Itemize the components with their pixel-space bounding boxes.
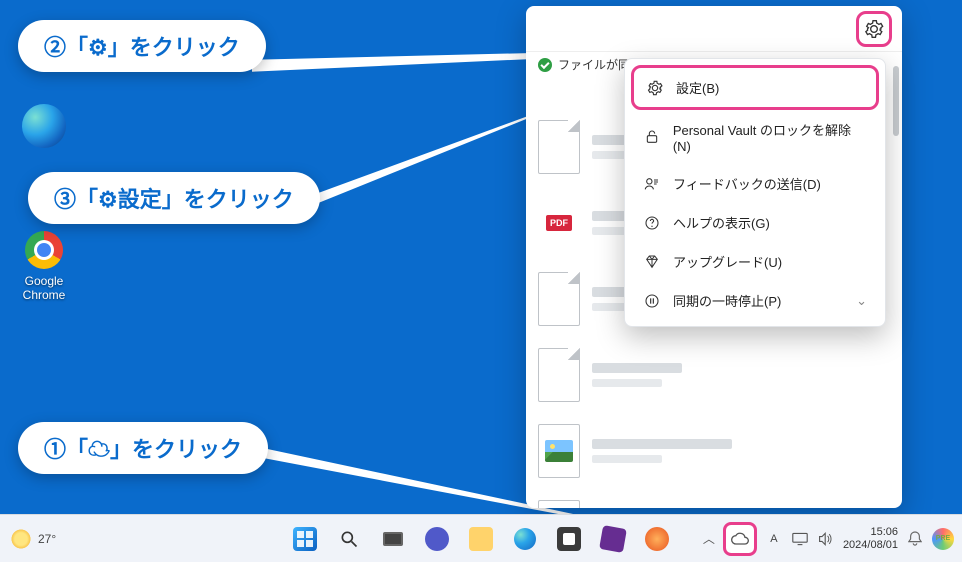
taskbar-store[interactable] [552,522,586,556]
tray-notifications[interactable] [906,530,924,548]
start-button[interactable] [288,522,322,556]
file-date-placeholder [592,379,662,387]
lock-icon [643,128,661,146]
taskbar-right: ︿ A 15:06 2024/08/01 PRE [703,522,954,556]
image-icon [538,424,580,478]
menu-item-pause[interactable]: 同期の一時停止(P) ⌄ [631,281,879,320]
file-row[interactable] [538,424,890,478]
scrollbar-thumb[interactable] [893,66,899,136]
annotation-step3: ③「⚙設定」をクリック [28,172,320,224]
tray-network[interactable] [791,530,809,548]
file-name-placeholder [592,363,682,373]
menu-item-label: 同期の一時停止(P) [673,291,781,310]
visualstudio-icon [599,525,627,553]
help-icon [643,214,661,232]
gear-icon [646,79,664,97]
taskbar-clock[interactable]: 15:06 2024/08/01 [843,526,898,551]
desktop-icon-label: Google Chrome [8,274,80,302]
file-name-placeholder [592,439,732,449]
search-icon [339,529,359,549]
taskbar-visualstudio[interactable] [596,522,630,556]
chevron-down-icon: ⌄ [856,293,867,309]
document-icon [538,120,580,174]
feedback-icon [643,175,661,193]
gear-icon [864,19,884,39]
taskbar-center [288,522,674,556]
taskbar-explorer[interactable] [464,522,498,556]
menu-item-label: 設定(B) [676,78,719,97]
tray-onedrive-button[interactable] [723,522,757,556]
chrome-icon [25,231,63,269]
weather-temp: 27° [38,532,56,546]
menu-item-label: Personal Vault のロックを解除(N) [673,120,867,154]
desktop-icon-edge[interactable] [8,104,80,150]
taskbar-search[interactable] [332,522,366,556]
chat-icon [425,527,449,551]
check-icon [538,58,552,72]
settings-menu: 設定(B) Personal Vault のロックを解除(N) フィードバックの送信… [624,58,886,327]
display-icon [792,532,808,546]
weather-icon [10,528,32,550]
cloud-icon [730,532,750,546]
file-row[interactable] [538,500,890,508]
pause-icon [643,292,661,310]
menu-item-label: アップグレード(U) [673,252,782,271]
file-row[interactable] [538,348,890,402]
menu-item-label: ヘルプの表示(G) [673,213,770,232]
annotation-step2: ②「⚙」をクリック [18,20,266,72]
clock-date: 2024/08/01 [843,539,898,552]
file-meta [592,439,890,463]
task-view-button[interactable] [376,522,410,556]
taskbar-edge[interactable] [508,522,542,556]
menu-item-diamond[interactable]: アップグレード(U) [631,242,879,281]
store-icon [557,527,581,551]
pdf-icon: PDF [538,196,580,250]
edge-icon [22,104,66,148]
folder-icon [469,527,493,551]
taskbar-chat[interactable] [420,522,454,556]
document-icon [538,272,580,326]
menu-item-feedback[interactable]: フィードバックの送信(D) [631,164,879,203]
image-icon [538,500,580,508]
menu-item-label: フィードバックの送信(D) [673,174,821,193]
menu-item-lock[interactable]: Personal Vault のロックを解除(N) [631,110,879,164]
windows-icon [293,527,317,551]
settings-gear-button[interactable] [856,11,892,47]
document-icon [538,348,580,402]
file-meta [592,363,890,387]
tray-app-pre[interactable]: PRE [932,528,954,550]
menu-item-gear[interactable]: 設定(B) [631,65,879,110]
flyout-header [526,6,902,52]
speaker-icon [818,532,834,546]
taskview-icon [383,532,403,546]
edge-icon [514,528,536,550]
taskbar-app-orange[interactable] [640,522,674,556]
desktop-icon-chrome[interactable]: Google Chrome [8,228,80,302]
annotation-step1: ①「☁」をクリック [18,422,268,474]
clock-time: 15:06 [843,526,898,539]
tray-overflow-button[interactable]: ︿ [703,530,715,547]
bell-icon [908,531,922,547]
diamond-icon [643,253,661,271]
tray-volume[interactable] [817,530,835,548]
menu-item-help[interactable]: ヘルプの表示(G) [631,203,879,242]
taskbar: 27° ︿ A 15:06 2024/08/01 PR [0,514,962,562]
ubuntu-icon [645,527,669,551]
taskbar-weather[interactable]: 27° [10,528,56,550]
flyout-scrollbar[interactable] [893,60,899,502]
file-date-placeholder [592,455,662,463]
tray-language[interactable]: A [765,530,783,548]
